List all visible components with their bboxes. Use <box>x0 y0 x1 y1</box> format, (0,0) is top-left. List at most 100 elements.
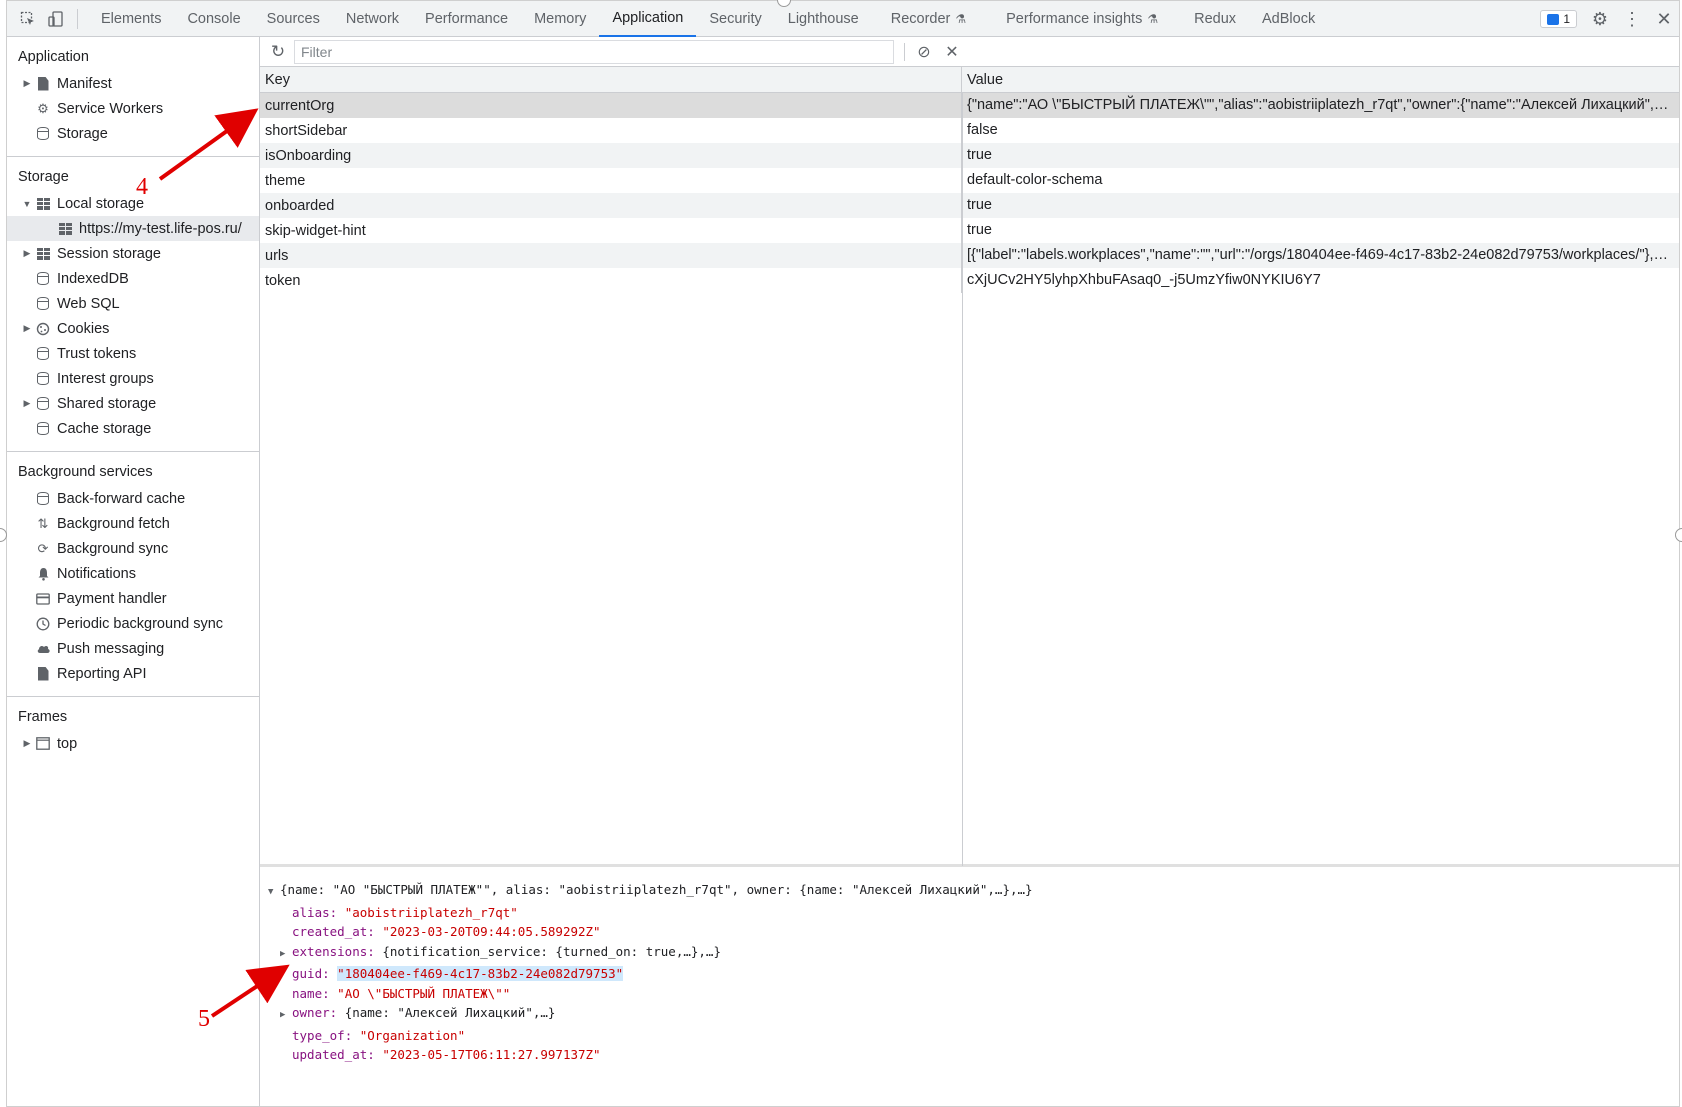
preview-property-extensions[interactable]: ▶ extensions: {notification_service: {tur… <box>268 942 1679 965</box>
tab-sources[interactable]: Sources <box>254 1 333 37</box>
sidebar-item-background-fetch[interactable]: ⇅ Background fetch <box>7 511 259 536</box>
column-header-key[interactable]: Key <box>260 67 962 92</box>
property-value: {name: "Алексей Лихацкий",…} <box>344 1005 556 1020</box>
issues-badge[interactable]: 1 <box>1540 10 1577 28</box>
preview-property-created-at[interactable]: created_at: "2023-03-20T09:44:05.589292Z… <box>268 922 1679 942</box>
table-row[interactable]: theme default-color-schema <box>260 168 1679 193</box>
cell-value[interactable]: false <box>962 118 1679 143</box>
cell-key[interactable]: shortSidebar <box>260 118 962 143</box>
property-key: alias <box>292 904 330 920</box>
sidebar-item-trust-tokens[interactable]: Trust tokens <box>7 341 259 366</box>
close-icon[interactable]: ✕ <box>1655 9 1673 30</box>
column-header-value[interactable]: Value <box>962 67 1679 92</box>
flask-icon: ⚗ <box>1147 11 1159 26</box>
sidebar-item-label: Manifest <box>57 75 112 92</box>
sidebar-item-back-forward-cache[interactable]: Back-forward cache <box>7 486 259 511</box>
sidebar-item-reporting-api[interactable]: Reporting API <box>7 661 259 686</box>
cell-value[interactable]: {"name":"АО \"БЫСТРЫЙ ПЛАТЕЖ\"","alias":… <box>962 93 1679 118</box>
tab-security[interactable]: Security <box>696 1 774 37</box>
collapse-arrow-icon[interactable]: ▼ <box>22 199 32 209</box>
inspect-element-icon[interactable] <box>17 8 39 30</box>
cell-key[interactable]: isOnboarding <box>260 143 962 168</box>
table-row[interactable]: currentOrg {"name":"АО \"БЫСТРЫЙ ПЛАТЕЖ\"… <box>260 93 1679 118</box>
cell-value[interactable]: default-color-schema <box>962 168 1679 193</box>
toolbar-divider <box>77 8 78 29</box>
device-toolbar-icon[interactable] <box>45 8 67 30</box>
tab-elements[interactable]: Elements <box>88 1 174 37</box>
table-row[interactable]: token cXjUCv2HY5lyhpXhbuFAsaq0_-j5UmzYfiw… <box>260 268 1679 293</box>
filter-input[interactable] <box>294 39 894 64</box>
sidebar-item-background-sync[interactable]: ⟳ Background sync <box>7 536 259 561</box>
sidebar-item-frame-top[interactable]: ▶ top <box>7 731 259 756</box>
cell-key[interactable]: currentOrg <box>260 93 962 118</box>
message-icon <box>1547 13 1560 25</box>
preview-property-type-of[interactable]: type_of: "Organization" <box>268 1026 1679 1046</box>
sidebar-item-periodic-background-sync[interactable]: Periodic background sync <box>7 611 259 636</box>
tab-memory[interactable]: Memory <box>521 1 599 37</box>
expand-arrow-icon[interactable]: ▶ <box>22 78 32 89</box>
tab-lighthouse[interactable]: Lighthouse <box>775 1 872 37</box>
sidebar-item-manifest[interactable]: ▶ Manifest <box>7 71 259 96</box>
cell-value[interactable]: cXjUCv2HY5lyhpXhbuFAsaq0_-j5UmzYfiw0NYKI… <box>962 268 1679 293</box>
sidebar-item-storage[interactable]: Storage <box>7 121 259 146</box>
tab-performance[interactable]: Performance <box>412 1 521 37</box>
cell-key[interactable]: skip-widget-hint <box>260 218 962 243</box>
cell-value[interactable]: true <box>962 143 1679 168</box>
sidebar-item-indexeddb[interactable]: IndexedDB <box>7 266 259 291</box>
expand-arrow-icon[interactable]: ▶ <box>22 248 32 259</box>
sidebar-item-service-workers[interactable]: ⚙ Service Workers <box>7 96 259 121</box>
cell-key[interactable]: token <box>260 268 962 293</box>
flask-icon: ⚗ <box>955 11 967 26</box>
sidebar-item-cache-storage[interactable]: Cache storage <box>7 416 259 441</box>
tab-redux[interactable]: Redux <box>1181 1 1249 37</box>
preview-root[interactable]: ▼ {name: "АО "БЫСТРЫЙ ПЛАТЕЖ"", alias: "a… <box>268 880 1679 903</box>
expand-arrow-icon[interactable]: ▶ <box>22 323 32 334</box>
sidebar-item-interest-groups[interactable]: Interest groups <box>7 366 259 391</box>
table-row[interactable]: skip-widget-hint true <box>260 218 1679 243</box>
expand-arrow-icon[interactable]: ▶ <box>22 738 32 749</box>
table-row[interactable]: isOnboarding true <box>260 143 1679 168</box>
tab-recorder[interactable]: Recorder ⚗ <box>878 1 979 37</box>
cell-key[interactable]: urls <box>260 243 962 268</box>
table-row[interactable]: urls [{"label":"labels.workplaces","name"… <box>260 243 1679 268</box>
refresh-icon[interactable]: ↻ <box>264 42 292 62</box>
gear-icon[interactable]: ⚙ <box>1591 9 1609 30</box>
table-row[interactable]: shortSidebar false <box>260 118 1679 143</box>
expand-arrow-icon[interactable]: ▶ <box>280 945 292 965</box>
preview-summary: {name: "АО "БЫСТРЫЙ ПЛАТЕЖ"", alias: "ao… <box>280 882 1033 897</box>
cell-key[interactable]: onboarded <box>260 193 962 218</box>
preview-property-guid[interactable]: guid: "180404ee-f469-4c17-83b2-24e082d79… <box>268 964 1679 984</box>
preview-property-name[interactable]: name: "АО \"БЫСТРЫЙ ПЛАТЕЖ\"" <box>268 984 1679 1004</box>
preview-property-updated-at[interactable]: updated_at: "2023-05-17T06:11:27.997137Z… <box>268 1045 1679 1065</box>
sidebar-item-label: Notifications <box>57 565 136 582</box>
preview-property-alias[interactable]: alias: "aobistriiplatezh_r7qt" <box>268 903 1679 923</box>
tab-label: Application <box>612 9 684 26</box>
tab-application[interactable]: Application <box>599 1 697 37</box>
sidebar-item-local-storage[interactable]: ▼ Local storage <box>7 191 259 216</box>
cell-key[interactable]: theme <box>260 168 962 193</box>
database-icon <box>35 491 51 507</box>
sidebar-item-push-messaging[interactable]: Push messaging <box>7 636 259 661</box>
table-row[interactable]: onboarded true <box>260 193 1679 218</box>
sidebar-item-web-sql[interactable]: Web SQL <box>7 291 259 316</box>
collapse-arrow-icon[interactable]: ▼ <box>268 883 280 903</box>
tab-network[interactable]: Network <box>333 1 412 37</box>
more-menu-icon[interactable]: ⋮ <box>1623 9 1641 30</box>
cell-value[interactable]: true <box>962 193 1679 218</box>
sidebar-item-payment-handler[interactable]: Payment handler <box>7 586 259 611</box>
sidebar-item-notifications[interactable]: Notifications <box>7 561 259 586</box>
expand-arrow-icon[interactable]: ▶ <box>22 398 32 409</box>
expand-arrow-icon[interactable]: ▶ <box>280 1006 292 1026</box>
sidebar-item-shared-storage[interactable]: ▶ Shared storage <box>7 391 259 416</box>
tab-adblock[interactable]: AdBlock <box>1249 1 1328 37</box>
preview-property-owner[interactable]: ▶ owner: {name: "Алексей Лихацкий",…} <box>268 1003 1679 1026</box>
clear-all-icon[interactable]: ⊘ <box>913 42 935 62</box>
delete-selected-icon[interactable]: ✕ <box>941 42 963 62</box>
cell-value[interactable]: [{"label":"labels.workplaces","name":"",… <box>962 243 1679 268</box>
cell-value[interactable]: true <box>962 218 1679 243</box>
sidebar-item-session-storage[interactable]: ▶ Session storage <box>7 241 259 266</box>
tab-performance-insights[interactable]: Performance insights ⚗ <box>993 1 1171 37</box>
sidebar-item-local-origin[interactable]: https://my-test.life-pos.ru/ <box>7 216 259 241</box>
sidebar-item-cookies[interactable]: ▶ Cookies <box>7 316 259 341</box>
tab-console[interactable]: Console <box>174 1 253 37</box>
